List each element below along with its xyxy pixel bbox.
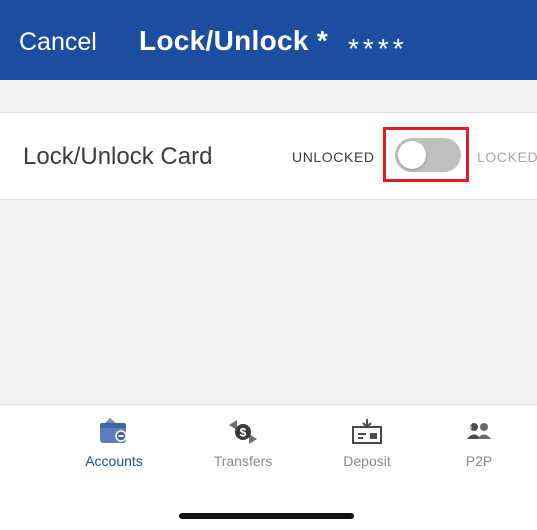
- page-title: Lock/Unlock *: [139, 25, 329, 56]
- tab-deposit[interactable]: Deposit: [312, 417, 422, 469]
- p2p-people-icon: $: [467, 423, 491, 439]
- tab-bar: Accounts $ Transfers Deposit $ P2P: [0, 404, 537, 530]
- transfer-dollar-icon: $: [229, 420, 257, 444]
- unlocked-state-label: UNLOCKED: [292, 149, 375, 165]
- lock-unlock-label: Lock/Unlock Card: [23, 143, 213, 170]
- svg-text:$: $: [240, 426, 247, 440]
- navigation-bar: Cancel Lock/Unlock * ****: [0, 0, 537, 80]
- deposit-check-icon: [352, 419, 382, 444]
- wallet-icon: [100, 418, 127, 443]
- svg-text:$: $: [468, 424, 472, 431]
- tab-label-accounts: Accounts: [85, 453, 143, 469]
- home-indicator: [179, 513, 354, 519]
- tab-label-transfers: Transfers: [213, 453, 273, 469]
- highlight-box: [383, 127, 469, 182]
- masked-card-number: ****: [348, 33, 408, 64]
- tab-label-p2p: P2P: [465, 453, 493, 469]
- tab-p2p[interactable]: $ P2P: [424, 417, 534, 469]
- locked-state-label: LOCKED: [477, 149, 537, 165]
- tab-label-deposit: Deposit: [343, 453, 391, 469]
- lock-unlock-row: Lock/Unlock Card UNLOCKED LOCKED: [0, 112, 537, 200]
- tab-transfers[interactable]: $ Transfers: [188, 417, 298, 469]
- tab-accounts[interactable]: Accounts: [59, 417, 169, 469]
- cancel-button[interactable]: Cancel: [19, 27, 97, 57]
